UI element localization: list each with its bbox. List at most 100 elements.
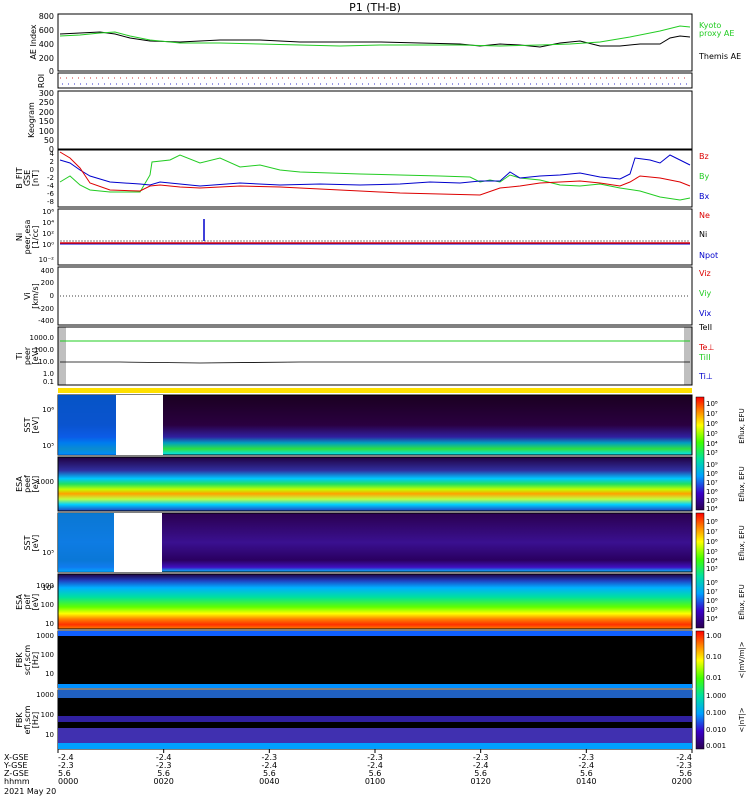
density-tick: 10² bbox=[42, 230, 54, 238]
cb-tick: 1.000 bbox=[706, 692, 726, 700]
bfield-panel: B_FIT GSE [nT] 4 2 0 -2 -4 -6 -8 Bz By B… bbox=[15, 149, 709, 208]
ae-tick: 400 bbox=[39, 40, 54, 49]
time-axis-value: 0100 bbox=[365, 777, 385, 786]
sst-e-ylabel-2: [eV] bbox=[31, 417, 40, 434]
roi-ylabel: ROI bbox=[37, 74, 46, 88]
density-ylabel-3: [1/cc] bbox=[31, 226, 40, 249]
temperature-tick: 0.1 bbox=[43, 378, 54, 386]
temperature-legend-tell: TeII bbox=[698, 323, 712, 332]
bfield-tick: -4 bbox=[47, 182, 55, 190]
cb-tick: 10³ bbox=[706, 449, 718, 457]
velocity-ticks: 400 200 0 -200 -400 bbox=[38, 267, 54, 325]
cb-tick: 10⁶ bbox=[706, 488, 718, 496]
fbk-scm-band bbox=[58, 631, 692, 636]
sst-e-panel: SST [eV] 10⁶ 10⁵ bbox=[23, 394, 693, 456]
esa-i-tick: 100 bbox=[41, 601, 54, 609]
cb-tick: 10⁵ bbox=[706, 430, 718, 438]
keogram-tick: 300 bbox=[39, 89, 54, 98]
sst-i-gap bbox=[114, 513, 162, 572]
fbk-scm-tick: 10 bbox=[45, 670, 54, 678]
keogram-panel: Keogram 300 250 200 150 100 50 0 bbox=[27, 89, 693, 154]
velocity-panel: Vi [km/s] 400 200 0 -200 -400 Viz Viy Vi… bbox=[23, 266, 712, 326]
status-bar bbox=[58, 388, 692, 393]
time-axis-value: 0020 bbox=[153, 777, 173, 786]
cb-tick: 10⁴ bbox=[706, 505, 718, 513]
fbk-scm-ylabel-3: [Hz] bbox=[31, 652, 40, 668]
sst-i-ylabel-2: [eV] bbox=[31, 535, 40, 552]
date-label: 2021 May 20 bbox=[4, 787, 56, 796]
cb-tick: 10⁸ bbox=[706, 579, 718, 587]
velocity-legend-viz: Viz bbox=[699, 269, 711, 278]
density-tick: 10⁴ bbox=[42, 219, 54, 227]
fbk-efi-tick: 10 bbox=[45, 731, 54, 739]
esa-i-tick: 10 bbox=[45, 620, 54, 628]
fbk-efi-band bbox=[58, 716, 692, 722]
keogram-tick: 250 bbox=[39, 98, 54, 107]
fbk-efi-ylabels: FBK efi,scm [Hz] bbox=[15, 705, 40, 734]
temperature-panel: Ti peer [eV] 1000.0 100.0 10.0 1.0 0.1 T… bbox=[15, 323, 714, 386]
keogram-tick: 200 bbox=[39, 108, 54, 117]
bfield-ylabel-3: [nT] bbox=[31, 170, 40, 186]
velocity-legend-viy: Viy bbox=[699, 289, 712, 298]
fbk-efi-band bbox=[58, 690, 692, 698]
sst-i-ylabels: SST [eV] bbox=[23, 535, 40, 552]
colorbar-fbk bbox=[695, 630, 705, 750]
bfield-legend-by: By bbox=[699, 172, 709, 181]
esa-e-tick: 1000 bbox=[36, 478, 54, 486]
fbk-scm-band bbox=[58, 684, 692, 688]
temperature-legend-tipar: TiII bbox=[698, 353, 711, 362]
velocity-tick: 400 bbox=[41, 267, 54, 275]
ae-tick: 600 bbox=[39, 26, 54, 35]
density-ylabels: Ni peer,esa [1/cc] bbox=[15, 220, 40, 255]
time-axis-value: 0200 bbox=[672, 777, 692, 786]
esa-i-ylabel-3: [eV] bbox=[31, 594, 40, 611]
temperature-edge-mark bbox=[684, 327, 692, 385]
summary-plot: P1 (TH-B) AE Index 800 600 400 200 0 Kyo… bbox=[3, 1, 746, 796]
temperature-tick: 1.0 bbox=[43, 370, 54, 378]
bfield-tick: -2 bbox=[47, 174, 54, 182]
fbk-scm-tick: 1000 bbox=[36, 632, 54, 640]
sst-i-tick: 10⁵ bbox=[42, 549, 54, 557]
cb-tick: 10⁸ bbox=[706, 518, 718, 526]
bfield-legend-bz: Bz bbox=[699, 152, 709, 161]
temperature-tick: 1000.0 bbox=[30, 334, 55, 342]
cb-label: Eflux, EFU bbox=[738, 466, 746, 501]
cb-tick: 10⁷ bbox=[706, 588, 718, 596]
esa-i-tick: 1000 bbox=[36, 582, 54, 590]
time-axis-value: 0140 bbox=[576, 777, 596, 786]
keogram-tick: 150 bbox=[39, 117, 54, 126]
keogram-tick: 50 bbox=[44, 136, 54, 145]
keogram-ylabel: Keogram bbox=[27, 102, 36, 138]
density-tick: 10⁶ bbox=[42, 208, 54, 216]
cb-tick: 10⁸ bbox=[706, 470, 718, 478]
colorbar-sst-e bbox=[695, 396, 705, 511]
cb-tick: 1.00 bbox=[706, 632, 722, 640]
ae-panel: AE Index 800 600 400 200 0 Kyoto proxy A… bbox=[29, 12, 741, 76]
keogram-ticks: 300 250 200 150 100 50 0 bbox=[39, 89, 54, 154]
cb-tick: 0.010 bbox=[706, 726, 726, 734]
bfield-ticks: 4 2 0 -2 -4 -6 -8 bbox=[47, 150, 55, 206]
fbk-efi-band bbox=[58, 728, 692, 743]
cb-label: Eflux, EFU bbox=[738, 525, 746, 560]
time-axis-value: 0000 bbox=[58, 777, 78, 786]
density-tick: 10⁰ bbox=[42, 241, 54, 249]
esa-e-frame bbox=[57, 456, 693, 512]
sst-e-ylabels: SST [eV] bbox=[23, 417, 40, 434]
bfield-tick: 2 bbox=[50, 158, 54, 166]
cb-tick: 10⁷ bbox=[706, 479, 718, 487]
bfield-tick: -6 bbox=[47, 190, 55, 198]
temperature-legend-teperp: Te⊥ bbox=[698, 343, 714, 352]
density-ticks: 10⁶ 10⁴ 10² 10⁰ 10⁻² bbox=[39, 208, 55, 264]
time-axis-value: 0040 bbox=[259, 777, 279, 786]
cb-label: Eflux, EFU bbox=[738, 584, 746, 619]
esa-i-frame bbox=[57, 573, 693, 630]
fbk-efi-tick: 100 bbox=[41, 711, 54, 719]
temperature-edge-mark bbox=[58, 327, 66, 385]
keogram-frame bbox=[57, 90, 693, 150]
cb-tick: 10⁶ bbox=[706, 420, 718, 428]
ae-ylabel: AE Index bbox=[29, 24, 38, 59]
cb-tick: 10⁵ bbox=[706, 606, 718, 614]
ae-legend-themis: Themis AE bbox=[698, 52, 741, 61]
cb-tick: 0.10 bbox=[706, 653, 722, 661]
cb-tick: 10⁷ bbox=[706, 528, 718, 536]
